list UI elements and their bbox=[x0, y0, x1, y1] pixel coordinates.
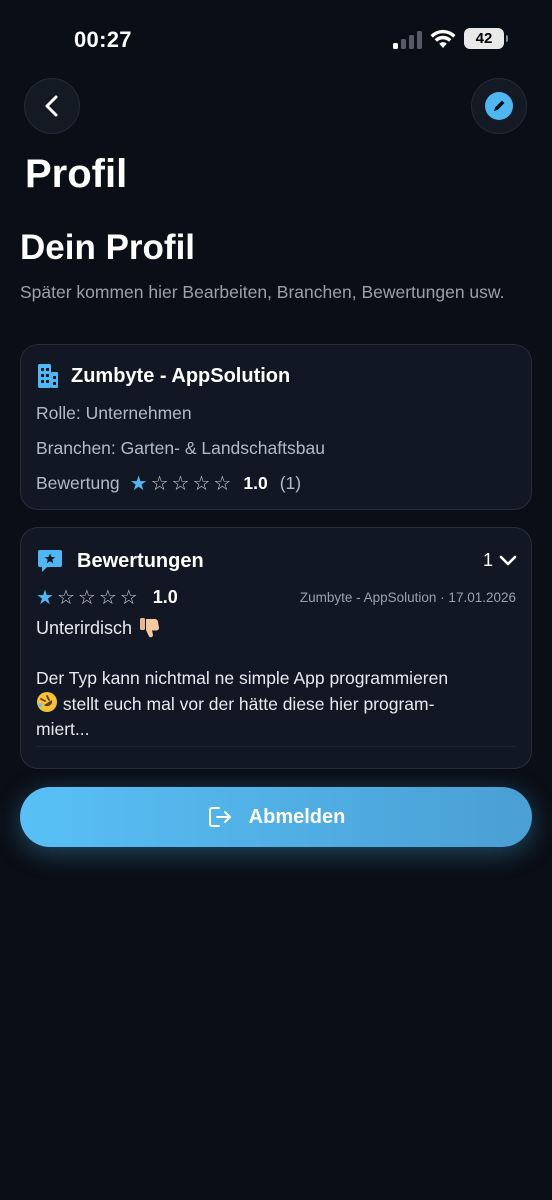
review-body-line: Der Typ kann nichtmal ne simple App prog… bbox=[36, 668, 449, 688]
building-icon bbox=[38, 364, 58, 388]
review-title: Unterirdisch bbox=[36, 616, 162, 640]
star-empty-icon: ☆ bbox=[98, 586, 117, 609]
logout-icon bbox=[208, 807, 231, 827]
star-filled-icon: ★ bbox=[36, 586, 54, 609]
status-icons: 42 bbox=[393, 28, 508, 49]
profile-header: Zumbyte - AppSolution bbox=[37, 363, 290, 389]
status-time: 00:27 bbox=[74, 27, 132, 52]
battery-level: 42 bbox=[475, 30, 493, 47]
review-body-line-emoji: stellt euch mal vor der hätte diese hier… bbox=[36, 691, 516, 717]
reviews-expand-toggle[interactable]: 1 bbox=[483, 550, 517, 571]
review-meta: Zumbyte - AppSolution · 17.01.2026 bbox=[299, 590, 516, 605]
review-body-line: stellt euch mal vor der hätte diese hier… bbox=[62, 694, 435, 714]
rating-label: Bewertung bbox=[36, 473, 120, 493]
review-body-line: miert... bbox=[36, 719, 90, 739]
star-empty-icon: ☆ bbox=[192, 472, 211, 495]
star-empty-icon: ☆ bbox=[213, 472, 232, 495]
branches-text: Branchen: Garten- & Landschaftsbau bbox=[36, 438, 325, 458]
star-empty-icon: ☆ bbox=[119, 586, 138, 609]
battery-icon: 42 bbox=[464, 28, 508, 49]
star-empty-icon: ☆ bbox=[56, 586, 75, 609]
review-title-text: Unterirdisch bbox=[36, 617, 133, 638]
chevron-left-icon bbox=[45, 95, 58, 117]
pencil-icon bbox=[485, 92, 513, 120]
cellular-signal-icon bbox=[393, 29, 422, 49]
thumbs-down-icon bbox=[140, 618, 160, 638]
back-button[interactable] bbox=[24, 78, 80, 134]
page-title: Profil bbox=[25, 152, 128, 196]
star-empty-icon: ☆ bbox=[77, 586, 96, 609]
company-name: Zumbyte - AppSolution bbox=[71, 364, 291, 387]
reviews-card: Bewertungen 1 ★ ☆ ☆ ☆ ☆ 1.0 Zumbyte - Ap… bbox=[20, 527, 532, 769]
review-body: Der Typ kann nichtmal ne simple App prog… bbox=[36, 666, 516, 742]
review-rating-value: 1.0 bbox=[152, 587, 178, 607]
star-empty-icon: ☆ bbox=[171, 472, 190, 495]
logout-label: Abmelden bbox=[248, 805, 346, 828]
edit-button[interactable] bbox=[471, 78, 527, 134]
wifi-icon bbox=[430, 29, 456, 48]
section-subtitle: Später kommen hier Bearbeiten, Branchen,… bbox=[20, 282, 505, 302]
profile-rating: Bewertung ★ ☆ ☆ ☆ ☆ 1.0 (1) bbox=[36, 473, 301, 494]
rating-value: 1.0 bbox=[243, 473, 268, 493]
reviews-header: Bewertungen bbox=[37, 548, 204, 574]
role-text: Rolle: Unternehmen bbox=[36, 403, 192, 423]
star-filled-icon: ★ bbox=[129, 472, 148, 495]
chevron-down-icon bbox=[499, 555, 517, 565]
profile-card: Zumbyte - AppSolution Rolle: Unternehmen… bbox=[20, 344, 532, 510]
rating-stars: ★ ☆ ☆ ☆ ☆ bbox=[130, 474, 232, 494]
star-empty-icon: ☆ bbox=[150, 472, 169, 495]
rating-count: (1) bbox=[279, 473, 302, 493]
section-title: Dein Profil bbox=[20, 228, 196, 267]
reviews-count: 1 bbox=[482, 550, 493, 570]
divider bbox=[36, 746, 516, 747]
reviews-title: Bewertungen bbox=[77, 549, 204, 572]
review-bubble-icon bbox=[38, 550, 62, 572]
review-stars: ★ ☆ ☆ ☆ ☆ 1.0 bbox=[36, 587, 178, 608]
status-bar: 00:27 42 bbox=[0, 0, 552, 80]
rolling-laughing-emoji-icon bbox=[37, 692, 57, 712]
logout-button[interactable]: Abmelden bbox=[20, 787, 532, 847]
